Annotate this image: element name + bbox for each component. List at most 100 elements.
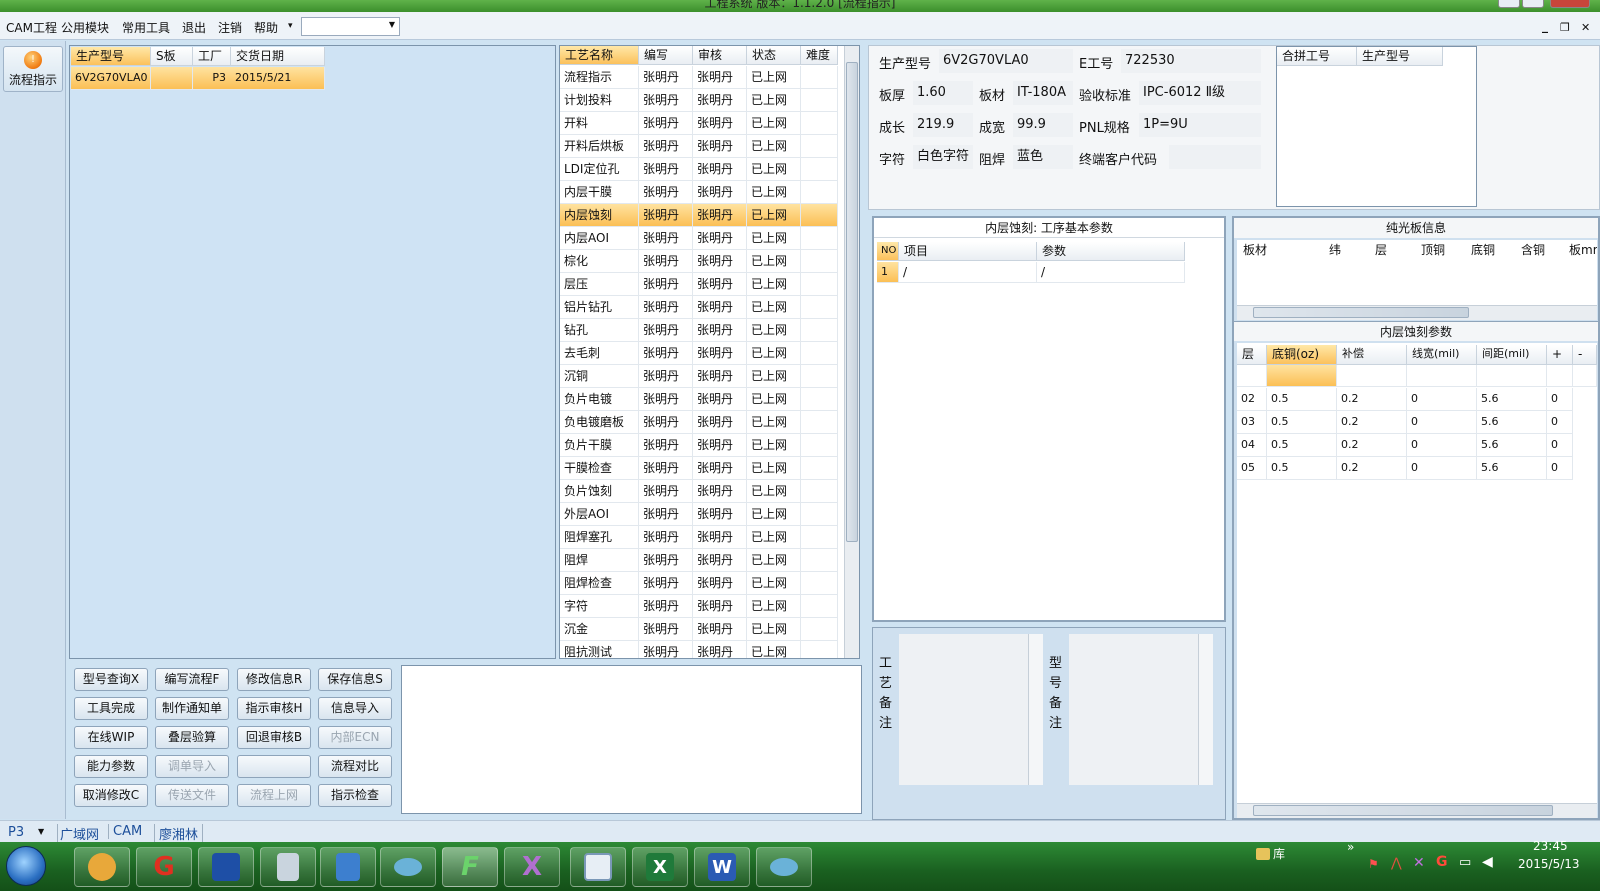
process-cell[interactable]: 张明丹 — [693, 549, 747, 572]
etch-cell[interactable]: 05 — [1237, 457, 1267, 480]
process-cell[interactable]: 已上网 — [747, 595, 801, 618]
process-cell[interactable]: 张明丹 — [693, 457, 747, 480]
process-cell[interactable]: 张明丹 — [693, 618, 747, 641]
process-cell[interactable]: 已上网 — [747, 411, 801, 434]
action-button[interactable]: 型号查询X — [74, 668, 148, 691]
process-cell[interactable] — [801, 526, 838, 549]
process-note-scrollbar[interactable] — [1028, 634, 1043, 785]
etch-new-row-cell[interactable] — [1547, 365, 1573, 387]
action-button[interactable] — [237, 755, 311, 778]
minimize-window-button[interactable] — [1498, 0, 1520, 8]
process-cell[interactable]: 张明丹 — [693, 480, 747, 503]
taskbar-app-viewer[interactable] — [570, 847, 626, 887]
close-window-button[interactable] — [1550, 0, 1590, 8]
etch-new-row-cell[interactable] — [1237, 365, 1267, 387]
action-button[interactable]: 能力参数 — [74, 755, 148, 778]
thickness-value[interactable]: 1.60 — [913, 81, 973, 105]
process-grid-header[interactable]: 难度 — [801, 46, 838, 65]
process-cell[interactable]: 张明丹 — [693, 411, 747, 434]
process-cell[interactable]: 张明丹 — [639, 204, 693, 227]
etch-header[interactable]: 底铜(oz) — [1267, 345, 1337, 365]
tray-library-label[interactable]: 库 — [1273, 845, 1285, 862]
process-cell[interactable]: 已上网 — [747, 618, 801, 641]
etch-cell[interactable]: 0 — [1547, 388, 1573, 411]
mdi-close-icon[interactable]: ✕ — [1581, 21, 1590, 34]
process-cell[interactable]: 张明丹 — [693, 641, 747, 658]
maximize-window-button[interactable] — [1522, 0, 1544, 8]
process-cell[interactable]: 张明丹 — [693, 526, 747, 549]
taskbar-app-eye[interactable] — [380, 847, 436, 887]
step-param-no[interactable]: 1 — [877, 262, 899, 283]
process-cell[interactable]: 张明丹 — [639, 549, 693, 572]
step-param-item[interactable]: / — [899, 262, 1037, 283]
optical-header[interactable]: 纬 — [1317, 240, 1363, 260]
etch-cell[interactable]: 02 — [1237, 388, 1267, 411]
product-grid-header[interactable]: 工厂 — [193, 47, 231, 66]
process-cell[interactable]: 干膜检查 — [560, 457, 639, 480]
etch-cell[interactable]: 0.2 — [1337, 434, 1407, 457]
process-cell[interactable] — [801, 503, 838, 526]
process-cell[interactable]: 张明丹 — [639, 181, 693, 204]
process-cell[interactable] — [801, 549, 838, 572]
process-cell[interactable]: 张明丹 — [639, 273, 693, 296]
process-cell[interactable]: 张明丹 — [639, 296, 693, 319]
process-cell[interactable]: 张明丹 — [639, 319, 693, 342]
process-cell[interactable]: 张明丹 — [639, 434, 693, 457]
combine-header[interactable]: 生产型号 — [1357, 47, 1443, 66]
action-button[interactable]: 指示检查 — [318, 784, 392, 807]
tray-g-icon[interactable]: G — [1436, 854, 1448, 870]
solder-mask-value[interactable]: 蓝色 — [1013, 145, 1073, 169]
menu-public-module[interactable]: 公用模块 — [61, 19, 109, 36]
menu-logout[interactable]: 注销 — [218, 19, 242, 36]
etch-cell[interactable]: 0.2 — [1337, 457, 1407, 480]
etch-cell[interactable]: 5.6 — [1477, 457, 1547, 480]
step-params-header[interactable]: 项目 — [899, 242, 1037, 261]
process-cell[interactable]: 张明丹 — [693, 158, 747, 181]
process-cell[interactable]: 张明丹 — [639, 480, 693, 503]
process-cell[interactable]: 张明丹 — [693, 135, 747, 158]
action-button[interactable]: 修改信息R — [237, 668, 311, 691]
process-cell[interactable]: 张明丹 — [639, 457, 693, 480]
process-cell[interactable] — [801, 66, 838, 89]
process-note-field[interactable] — [899, 634, 1043, 785]
action-button[interactable]: 指示审核H — [237, 697, 311, 720]
process-cell[interactable]: 负片蚀刻 — [560, 480, 639, 503]
scroll-thumb[interactable] — [1253, 307, 1469, 318]
process-cell[interactable]: 阻焊 — [560, 549, 639, 572]
process-cell[interactable] — [801, 181, 838, 204]
scroll-thumb[interactable] — [1253, 805, 1553, 816]
process-cell[interactable]: 张明丹 — [693, 342, 747, 365]
process-cell[interactable]: 已上网 — [747, 319, 801, 342]
process-cell[interactable]: 张明丹 — [639, 572, 693, 595]
process-cell[interactable] — [801, 204, 838, 227]
process-cell[interactable] — [801, 434, 838, 457]
process-cell[interactable]: 已上网 — [747, 526, 801, 549]
etch-new-row-cell[interactable] — [1407, 365, 1477, 387]
toolbar-combo[interactable]: ▼ — [301, 17, 400, 36]
etch-cell[interactable]: 03 — [1237, 411, 1267, 434]
process-cell[interactable] — [801, 319, 838, 342]
material-value[interactable]: IT-180A — [1013, 81, 1073, 105]
volume-icon[interactable]: ◀ — [1482, 854, 1493, 870]
process-cell[interactable]: 张明丹 — [639, 595, 693, 618]
width-value[interactable]: 99.9 — [1013, 113, 1073, 137]
process-cell[interactable]: 去毛刺 — [560, 342, 639, 365]
tray-more-icon[interactable]: » — [1347, 840, 1354, 854]
process-cell[interactable]: 张明丹 — [693, 572, 747, 595]
action-button[interactable]: 工具完成 — [74, 697, 148, 720]
action-button[interactable]: 编写流程F — [155, 668, 229, 691]
process-grid-header[interactable]: 状态 — [747, 46, 801, 65]
process-cell[interactable] — [801, 480, 838, 503]
pnl-value[interactable]: 1P=9U — [1139, 113, 1261, 137]
process-cell[interactable]: 层压 — [560, 273, 639, 296]
process-cell[interactable]: 张明丹 — [693, 434, 747, 457]
action-button[interactable]: 制作通知单 — [155, 697, 229, 720]
process-cell[interactable]: 已上网 — [747, 181, 801, 204]
process-cell[interactable]: 已上网 — [747, 503, 801, 526]
step-params-header[interactable]: 参数 — [1037, 242, 1185, 261]
process-cell[interactable]: 负电镀磨板 — [560, 411, 639, 434]
clock-time[interactable]: 23:45 — [1533, 839, 1568, 853]
length-value[interactable]: 219.9 — [913, 113, 973, 137]
process-cell[interactable]: 已上网 — [747, 273, 801, 296]
process-cell[interactable]: 外层AOI — [560, 503, 639, 526]
